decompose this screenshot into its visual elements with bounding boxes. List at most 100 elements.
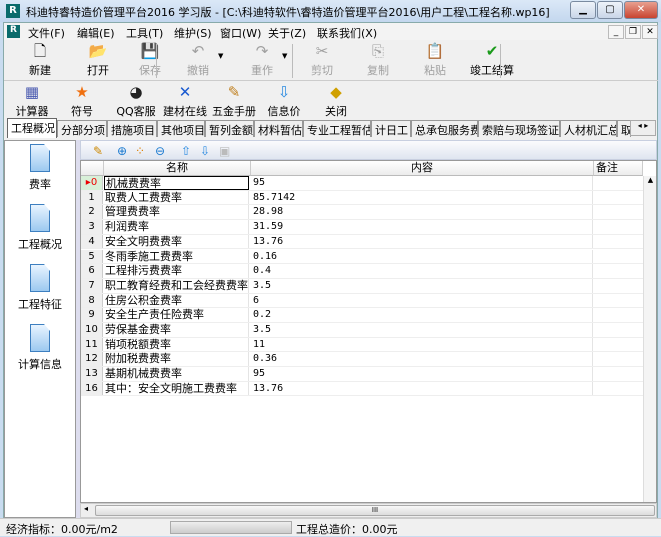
note-cell[interactable] bbox=[594, 382, 643, 396]
table-row[interactable]: 4 安全文明费费率 13.76 bbox=[81, 234, 643, 250]
note-cell[interactable] bbox=[594, 235, 643, 249]
name-cell[interactable]: 销项税额费率 bbox=[104, 337, 249, 352]
note-cell[interactable] bbox=[594, 176, 643, 190]
tab-4[interactable]: 暂列金额 bbox=[205, 120, 254, 137]
note-cell[interactable] bbox=[594, 338, 643, 352]
note-cell[interactable] bbox=[594, 279, 643, 293]
table-row[interactable]: 16 其中：安全文明施工费费率 13.76 bbox=[81, 381, 643, 397]
name-cell[interactable]: 职工教育经费和工会经费费率 bbox=[104, 278, 249, 293]
name-cell[interactable]: 住房公积金费率 bbox=[104, 293, 249, 308]
content-cell[interactable]: 13.76 bbox=[251, 234, 593, 249]
note-cell[interactable] bbox=[594, 352, 643, 366]
toolbar-button-building-material[interactable]: ✕ 建材在线 bbox=[159, 81, 211, 125]
add-child-row-icon[interactable]: ⁘ bbox=[135, 144, 145, 158]
content-cell[interactable]: 95 bbox=[251, 176, 593, 190]
table-row[interactable]: 10 劳保基金费率 3.5 bbox=[81, 323, 643, 338]
toolbar-button-handbook[interactable]: ✎ 五金手册 bbox=[208, 81, 260, 125]
name-cell[interactable]: 冬雨季施工费费率 bbox=[104, 249, 249, 264]
content-cell[interactable]: 0.4 bbox=[251, 264, 593, 278]
close-button[interactable]: ✕ bbox=[624, 1, 658, 19]
content-cell[interactable]: 13.76 bbox=[251, 381, 593, 396]
toolbar-button-cut[interactable]: ✂ 剪切 bbox=[296, 40, 348, 84]
tab-7[interactable]: 计日工 bbox=[371, 120, 411, 137]
menu-window[interactable]: 窗口(W) bbox=[220, 25, 261, 41]
tab-3[interactable]: 其他项目 bbox=[157, 120, 205, 137]
table-row[interactable]: 1 取费人工费费率 85.7142 bbox=[81, 190, 643, 206]
table-row[interactable]: 11 销项税额费率 11 bbox=[81, 337, 643, 353]
name-cell[interactable]: 安全文明费费率 bbox=[104, 234, 249, 249]
toolbar-button-copy[interactable]: ⎘ 复制 bbox=[352, 40, 404, 84]
menu-tools[interactable]: 工具(T) bbox=[126, 25, 163, 41]
content-cell[interactable]: 95 bbox=[251, 367, 593, 381]
toolbar-button-qq-penguin[interactable]: ◕ QQ客服 bbox=[110, 81, 162, 125]
content-cell[interactable]: 3.5 bbox=[251, 278, 593, 293]
insert-row-icon[interactable]: ⊕ bbox=[117, 144, 127, 158]
toolbar-button-redo[interactable]: ↷ 重作 bbox=[236, 40, 288, 84]
mdi-minimize-button[interactable]: _ bbox=[608, 25, 624, 39]
tab-6[interactable]: 专业工程暂估 bbox=[303, 120, 371, 137]
name-cell[interactable]: 劳保基金费率 bbox=[104, 323, 249, 337]
content-cell[interactable]: 6 bbox=[251, 293, 593, 308]
table-row[interactable]: 5 冬雨季施工费费率 0.16 bbox=[81, 249, 643, 265]
table-row[interactable]: ▸0 机械费费率 95 bbox=[81, 176, 643, 191]
content-cell[interactable]: 3.5 bbox=[251, 323, 593, 337]
maximize-button[interactable]: ▢ bbox=[597, 1, 623, 19]
table-row[interactable]: 6 工程排污费费率 0.4 bbox=[81, 264, 643, 279]
nav-item-3[interactable]: 计算信息 bbox=[5, 324, 75, 372]
content-cell[interactable]: 31.59 bbox=[251, 220, 593, 234]
content-cell[interactable]: 11 bbox=[251, 337, 593, 352]
tab-5[interactable]: 材料暂估 bbox=[254, 120, 303, 137]
minimize-button[interactable]: ▁ bbox=[570, 1, 596, 19]
edit-properties-icon[interactable]: ✎ bbox=[93, 144, 103, 158]
tab-scroll-buttons[interactable]: ◂ ▸ bbox=[630, 120, 656, 136]
toolbar-button-star[interactable]: ★ 符号 bbox=[56, 81, 108, 125]
menu-maintain[interactable]: 维护(S) bbox=[174, 25, 212, 41]
toolbar-button-down-arrow[interactable]: ⇩ 信息价 bbox=[258, 81, 310, 125]
content-cell[interactable]: 85.7142 bbox=[251, 190, 593, 205]
undo-dropdown-arrow-icon[interactable]: ▼ bbox=[218, 52, 223, 60]
toolbar-button-close-sign[interactable]: ◆ 关闭 bbox=[310, 81, 362, 125]
name-cell[interactable]: 附加税费费率 bbox=[104, 352, 249, 367]
move-down-icon[interactable]: ⇩ bbox=[200, 144, 210, 158]
mdi-close-button[interactable]: ✕ bbox=[642, 25, 658, 39]
name-cell[interactable]: 利润费率 bbox=[104, 220, 249, 234]
tab-11[interactable]: 取费 bbox=[617, 120, 631, 137]
delete-row-icon[interactable]: ⊖ bbox=[155, 144, 165, 158]
content-cell[interactable]: 28.98 bbox=[251, 205, 593, 220]
note-cell[interactable] bbox=[594, 205, 643, 219]
tab-10[interactable]: 人材机汇总 bbox=[560, 120, 617, 137]
name-cell[interactable]: 工程排污费费率 bbox=[104, 264, 249, 278]
name-cell[interactable]: 其中：安全文明施工费费率 bbox=[104, 381, 249, 396]
menu-file[interactable]: 文件(F) bbox=[28, 25, 65, 41]
table-row[interactable]: 8 住房公积金费率 6 bbox=[81, 293, 643, 309]
table-row[interactable]: 7 职工教育经费和工会经费费率 3.5 bbox=[81, 278, 643, 294]
vertical-scrollbar[interactable]: ▲ bbox=[643, 176, 656, 502]
note-cell[interactable] bbox=[594, 294, 643, 308]
toolbar-button-checkmark[interactable]: ✔ 竣工结算 bbox=[466, 40, 518, 84]
redo-dropdown-arrow-icon[interactable]: ▼ bbox=[282, 52, 287, 60]
nav-item-2[interactable]: 工程特征 bbox=[5, 264, 75, 312]
column-header-content[interactable]: 内容 bbox=[251, 161, 594, 176]
note-cell[interactable] bbox=[594, 264, 643, 278]
tab-2[interactable]: 措施项目 bbox=[107, 120, 157, 137]
move-up-icon[interactable]: ⇧ bbox=[181, 144, 191, 158]
name-cell[interactable]: 机械费费率 bbox=[104, 176, 249, 190]
tab-1[interactable]: 分部分项 bbox=[57, 120, 107, 137]
table-row[interactable]: 9 安全生产责任险费率 0.2 bbox=[81, 308, 643, 323]
note-cell[interactable] bbox=[594, 308, 643, 322]
content-cell[interactable]: 0.2 bbox=[251, 308, 593, 322]
horizontal-scrollbar[interactable]: ◂ III bbox=[80, 503, 657, 518]
menu-contact[interactable]: 联系我们(X) bbox=[317, 25, 377, 41]
scroll-thumb[interactable]: III bbox=[95, 505, 655, 516]
name-cell[interactable]: 安全生产责任险费率 bbox=[104, 308, 249, 322]
toolbar-button-new-file[interactable]: 🗋 新建 bbox=[14, 40, 66, 84]
toolbar-button-save[interactable]: 💾 保存 bbox=[124, 40, 176, 84]
content-cell[interactable]: 0.36 bbox=[251, 352, 593, 367]
menu-edit[interactable]: 编辑(E) bbox=[77, 25, 115, 41]
nav-item-1[interactable]: 工程概况 bbox=[5, 204, 75, 252]
name-cell[interactable]: 管理费费率 bbox=[104, 205, 249, 220]
note-cell[interactable] bbox=[594, 191, 643, 205]
name-cell[interactable]: 基期机械费费率 bbox=[104, 367, 249, 381]
menu-about[interactable]: 关于(Z) bbox=[268, 25, 306, 41]
table-row[interactable]: 3 利润费率 31.59 bbox=[81, 220, 643, 235]
